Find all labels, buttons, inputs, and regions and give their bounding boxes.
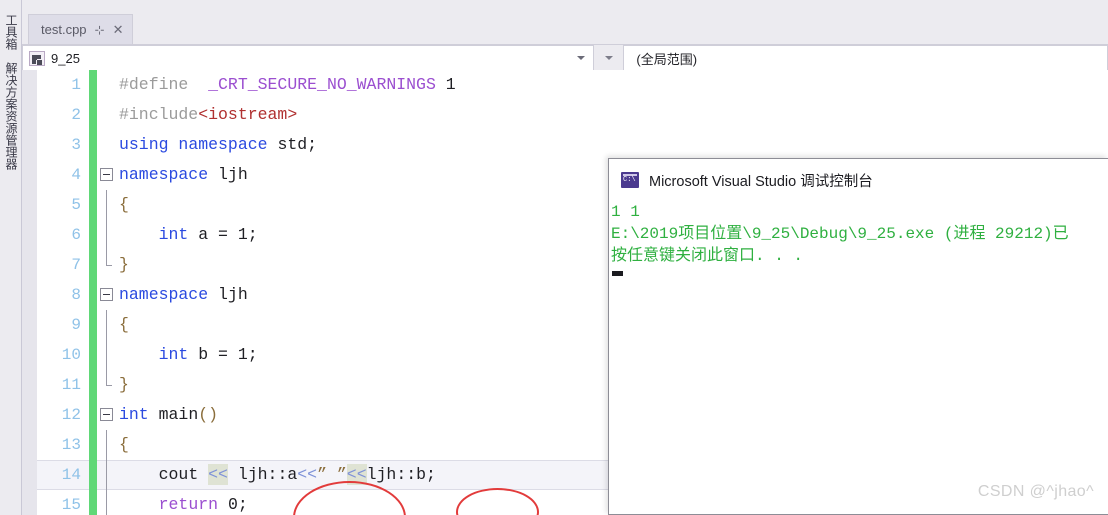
navigation-bar: 9_25 (全局范围)	[22, 44, 1108, 71]
code-text[interactable]: #define _CRT_SECURE_NO_WARNINGS 1	[119, 70, 1108, 100]
fold-margin[interactable]	[97, 100, 119, 130]
change-bar	[89, 310, 97, 340]
console-window-icon	[621, 172, 639, 188]
code-text[interactable]: #include<iostream>	[119, 100, 1108, 130]
console-output-line: 1 1	[611, 203, 640, 221]
debug-console-window[interactable]: Microsoft Visual Studio 调试控制台 1 1 E:\2019…	[608, 158, 1108, 515]
fold-margin[interactable]	[97, 340, 119, 370]
line-number: 2	[71, 106, 81, 124]
fold-margin[interactable]	[97, 220, 119, 250]
code-text[interactable]: using namespace std;	[119, 130, 1108, 160]
fold-guide-line	[106, 190, 107, 220]
collapse-minus-icon[interactable]	[100, 168, 113, 181]
fold-guide-end	[106, 370, 112, 386]
line-number: 14	[61, 466, 81, 484]
change-bar	[89, 250, 97, 280]
code-line[interactable]: 3 using namespace std;	[37, 130, 1108, 160]
line-number: 15	[61, 496, 81, 514]
change-bar	[89, 460, 97, 490]
fold-guide-line	[106, 460, 107, 490]
chevron-down-icon[interactable]	[577, 56, 586, 60]
fold-margin[interactable]	[97, 70, 119, 100]
watermark: CSDN @^jhao^	[977, 483, 1094, 500]
member-scope-dropdown[interactable]: (全局范围)	[623, 45, 1108, 71]
change-bar	[89, 340, 97, 370]
fold-margin[interactable]	[97, 130, 119, 160]
change-bar	[89, 100, 97, 130]
fold-margin[interactable]	[97, 280, 119, 310]
console-output-line: 按任意键关闭此窗口. . .	[611, 247, 804, 265]
console-title-bar: Microsoft Visual Studio 调试控制台	[609, 159, 1108, 201]
line-number: 3	[71, 136, 81, 154]
fold-margin[interactable]	[97, 490, 119, 515]
chevron-down-icon-2[interactable]	[605, 56, 614, 60]
fold-guide-line	[106, 220, 107, 250]
editor-tab-strip: test.cpp ⊹ ✕	[22, 0, 1108, 44]
fold-guide-line	[106, 490, 107, 515]
fold-margin[interactable]	[97, 370, 119, 400]
console-output-area[interactable]: 1 1 E:\2019项目位置\9_25\Debug\9_25.exe (进程 2…	[609, 201, 1108, 514]
navbar-separator	[594, 45, 624, 71]
line-number: 6	[71, 226, 81, 244]
dock-tab-solution-explorer[interactable]: 解决方案资源管理器	[2, 62, 20, 170]
change-bar	[89, 220, 97, 250]
fold-margin[interactable]	[97, 250, 119, 280]
line-number: 12	[61, 406, 81, 424]
fold-margin[interactable]	[97, 310, 119, 340]
line-number: 8	[71, 286, 81, 304]
change-bar	[89, 70, 97, 100]
line-number: 10	[61, 346, 81, 364]
console-cursor	[612, 271, 623, 276]
line-number: 7	[71, 256, 81, 274]
fold-guide-line	[106, 340, 107, 370]
editor-gutter-background	[22, 70, 37, 515]
change-bar	[89, 370, 97, 400]
change-bar	[89, 190, 97, 220]
member-scope-value: (全局范围)	[636, 51, 698, 67]
fold-guide-line	[106, 430, 107, 460]
fold-margin[interactable]	[97, 400, 119, 430]
line-number: 4	[71, 166, 81, 184]
fold-margin[interactable]	[97, 190, 119, 220]
line-number: 5	[71, 196, 81, 214]
collapse-minus-icon[interactable]	[100, 288, 113, 301]
project-scope-dropdown[interactable]: 9_25	[22, 45, 595, 71]
line-number: 9	[71, 316, 81, 334]
collapse-minus-icon[interactable]	[100, 408, 113, 421]
fold-margin[interactable]	[97, 460, 119, 490]
console-output-line: E:\2019项目位置\9_25\Debug\9_25.exe (进程 2921…	[611, 225, 1069, 243]
change-bar	[89, 160, 97, 190]
pin-icon[interactable]: ⊹	[95, 24, 105, 36]
change-bar	[89, 430, 97, 460]
code-line[interactable]: 1 #define _CRT_SECURE_NO_WARNINGS 1	[37, 70, 1108, 100]
visual-studio-window: 工具箱 解决方案资源管理器 test.cpp ⊹ ✕ 9_25 (全局范围) 1…	[0, 0, 1108, 515]
change-bar	[89, 280, 97, 310]
code-line[interactable]: 2 #include<iostream>	[37, 100, 1108, 130]
cpp-project-icon	[29, 50, 45, 66]
line-number: 13	[61, 436, 81, 454]
line-number: 11	[61, 376, 81, 394]
dock-tab-toolbox[interactable]: 工具箱	[2, 14, 20, 50]
change-bar	[89, 490, 97, 515]
left-dock-panel: 工具箱 解决方案资源管理器	[0, 0, 22, 515]
change-bar	[89, 400, 97, 430]
tab-label: test.cpp	[41, 22, 87, 37]
fold-guide-line	[106, 310, 107, 340]
tab-test-cpp[interactable]: test.cpp ⊹ ✕	[28, 14, 133, 44]
fold-guide-end	[106, 250, 112, 266]
fold-margin[interactable]	[97, 160, 119, 190]
close-icon[interactable]: ✕	[113, 23, 124, 36]
console-title-text: Microsoft Visual Studio 调试控制台	[649, 173, 873, 190]
fold-margin[interactable]	[97, 430, 119, 460]
line-number: 1	[71, 76, 81, 94]
project-scope-value: 9_25	[51, 50, 80, 66]
change-bar	[89, 130, 97, 160]
